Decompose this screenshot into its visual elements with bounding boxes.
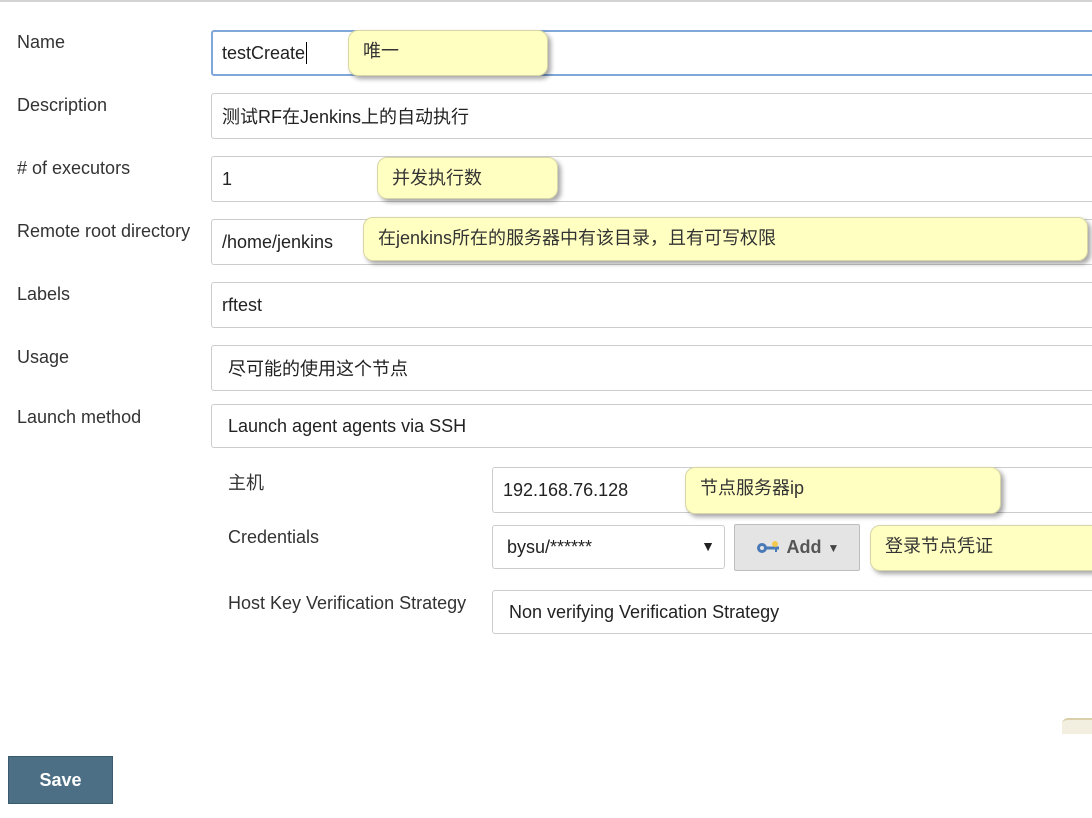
credentials-annotation: 登录节点凭证 <box>870 525 1092 571</box>
key-icon <box>756 540 779 553</box>
remote-root-annotation: 在jenkins所在的服务器中有该目录，且有可写权限 <box>363 217 1088 261</box>
save-button[interactable]: Save <box>8 756 113 804</box>
host-label: 主机 <box>228 473 264 493</box>
executors-annotation: 并发执行数 <box>377 157 558 199</box>
labels-label: Labels <box>17 284 71 304</box>
host-key-label: Host Key Verification Strategy <box>228 593 467 613</box>
remote-root-value: /home/jenkins <box>222 231 334 252</box>
host-key-select[interactable]: Non verifying Verification Strategy <box>492 590 1092 634</box>
add-credentials-button[interactable]: Add ▼ <box>734 524 860 571</box>
chevron-down-icon: ▼ <box>827 540 840 555</box>
executors-input[interactable]: 1 <box>211 156 1092 202</box>
name-value: testCreate <box>222 42 306 63</box>
credentials-value: bysu/****** <box>507 536 593 557</box>
name-annotation: 唯一 <box>348 30 548 76</box>
usage-select[interactable]: 尽可能的使用这个节点 <box>211 345 1092 391</box>
credentials-select[interactable]: bysu/****** ▼ <box>492 525 725 569</box>
text-caret <box>306 42 308 64</box>
name-input[interactable]: testCreate <box>211 30 1092 76</box>
add-button-label: Add <box>786 537 822 557</box>
launch-method-select[interactable]: Launch agent agents via SSH <box>211 404 1092 448</box>
host-annotation: 节点服务器ip <box>685 467 1001 514</box>
usage-value: 尽可能的使用这个节点 <box>228 359 408 379</box>
launch-method-label: Launch method <box>17 407 142 427</box>
description-value: 测试RF在Jenkins上的自动执行 <box>222 107 470 127</box>
partial-widget-edge <box>1062 718 1092 734</box>
name-label: Name <box>17 32 66 52</box>
labels-value: rftest <box>222 294 263 315</box>
executors-value: 1 <box>222 168 233 189</box>
description-label: Description <box>17 95 108 115</box>
usage-label: Usage <box>17 347 70 367</box>
credentials-label: Credentials <box>228 527 320 547</box>
labels-input[interactable]: rftest <box>211 282 1092 328</box>
executors-label: # of executors <box>17 158 131 178</box>
host-value: 192.168.76.128 <box>503 479 629 500</box>
triangle-down-icon: ▼ <box>701 538 715 554</box>
launch-method-value: Launch agent agents via SSH <box>228 415 467 436</box>
host-key-value: Non verifying Verification Strategy <box>509 601 780 622</box>
description-input[interactable]: 测试RF在Jenkins上的自动执行 <box>211 93 1092 139</box>
remote-root-label: Remote root directory <box>17 221 191 241</box>
top-divider <box>0 0 1092 2</box>
